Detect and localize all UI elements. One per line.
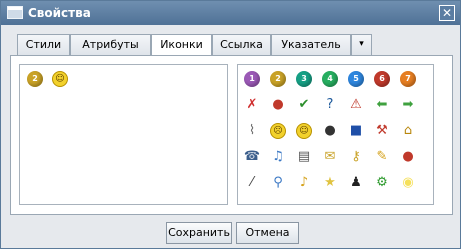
key-icon[interactable]: ⚷ (348, 149, 364, 165)
bomb-icon[interactable]: ● (322, 123, 338, 139)
selected-icons-list[interactable]: 2 ☺ (19, 64, 228, 205)
number-5-icon[interactable]: 5 (348, 71, 364, 87)
window-icon (7, 6, 23, 19)
bell-icon[interactable]: ♪ (296, 175, 312, 191)
lightbulb-icon[interactable]: ◉ (400, 175, 416, 191)
star-icon[interactable]: ★ (322, 175, 338, 191)
close-icon[interactable]: ✕ (439, 5, 455, 21)
arrow-right-icon[interactable]: ➡ (400, 97, 416, 113)
mail-icon[interactable]: ✉ (322, 149, 338, 165)
paperclip-icon[interactable]: ⌇ (244, 123, 260, 139)
warning-icon[interactable]: ⚠ (348, 97, 364, 113)
dialog-title: Свойства (28, 6, 91, 20)
monitor-icon[interactable]: ■ (348, 123, 364, 139)
hammer-icon[interactable]: ⚒ (374, 123, 390, 139)
question-icon[interactable]: ? (322, 97, 338, 113)
save-button[interactable]: Сохранить (166, 222, 232, 244)
number-2-icon[interactable]: 2 (270, 71, 286, 87)
checkmark-icon[interactable]: ✔ (296, 97, 312, 113)
number-2-icon[interactable]: 2 (27, 71, 43, 87)
tab-pointer[interactable]: Указатель (271, 34, 351, 55)
tab-link[interactable]: Ссылка (212, 34, 271, 55)
gear-icon[interactable]: ⚙ (374, 175, 390, 191)
number-3-icon[interactable]: 3 (296, 71, 312, 87)
traffic-light-icon[interactable]: ● (400, 149, 416, 165)
icon-palette: 1 2 3 4 5 6 7 ✗ ● ✔? ⚠ ⬅ ➡ ⌇ ☹ ☺ ● ■ ⚒ ⌂ ☎ ♫ ▤ ✉ ⚷ ✎ ● ⁄ ⚲ ♪ ★ ♟ ⚙ ◉ (237, 64, 434, 205)
tab-icons[interactable]: Иконки (151, 34, 212, 56)
pencil-icon[interactable]: ✎ (374, 149, 390, 165)
happy-face-icon[interactable]: ☺ (296, 123, 312, 139)
number-4-icon[interactable]: 4 (322, 71, 338, 87)
number-6-icon[interactable]: 6 (374, 71, 390, 87)
icons-tab-panel: 2 ☺ 1 2 3 4 5 6 7 ✗ ● ✔? ⚠ ⬅ ➡ ⌇ ☹ ☺ ● ■ ⚒ ⌂ ☎ ♫ ▤ ✉ ⚷ ✎ ● ⁄ ⚲ ♪ ★ ♟ ⚙ ◉ (10, 55, 453, 215)
linux-penguin-icon[interactable]: ♟ (348, 175, 364, 191)
smiley-icon[interactable]: ☺ (52, 71, 68, 87)
number-1-icon[interactable]: 1 (244, 71, 260, 87)
arrow-left-icon[interactable]: ⬅ (374, 97, 390, 113)
magnifier-icon[interactable]: ⚲ (270, 175, 286, 191)
tab-styles[interactable]: Стили (17, 34, 70, 55)
cancel-button[interactable]: Отмена (236, 222, 299, 244)
house-icon[interactable]: ⌂ (400, 123, 416, 139)
tabs-more-chevron-down-icon[interactable]: ▾ (351, 34, 372, 55)
document-stack-icon[interactable]: ▤ (296, 149, 312, 165)
music-note-icon[interactable]: ♫ (270, 149, 286, 165)
title-bar[interactable]: Свойства ✕ (1, 1, 460, 25)
traffic-light-icon[interactable]: ● (270, 97, 286, 113)
sad-face-icon[interactable]: ☹ (270, 123, 286, 139)
number-7-icon[interactable]: 7 (400, 71, 416, 87)
phone-icon[interactable]: ☎ (244, 149, 260, 165)
properties-dialog: Свойства ✕ Стили Атрибуты Иконки Ссылка … (0, 0, 461, 249)
cross-arrow-icon[interactable]: ✗ (244, 97, 260, 113)
magic-wand-icon[interactable]: ⁄ (244, 175, 260, 191)
tab-attributes[interactable]: Атрибуты (70, 34, 151, 55)
